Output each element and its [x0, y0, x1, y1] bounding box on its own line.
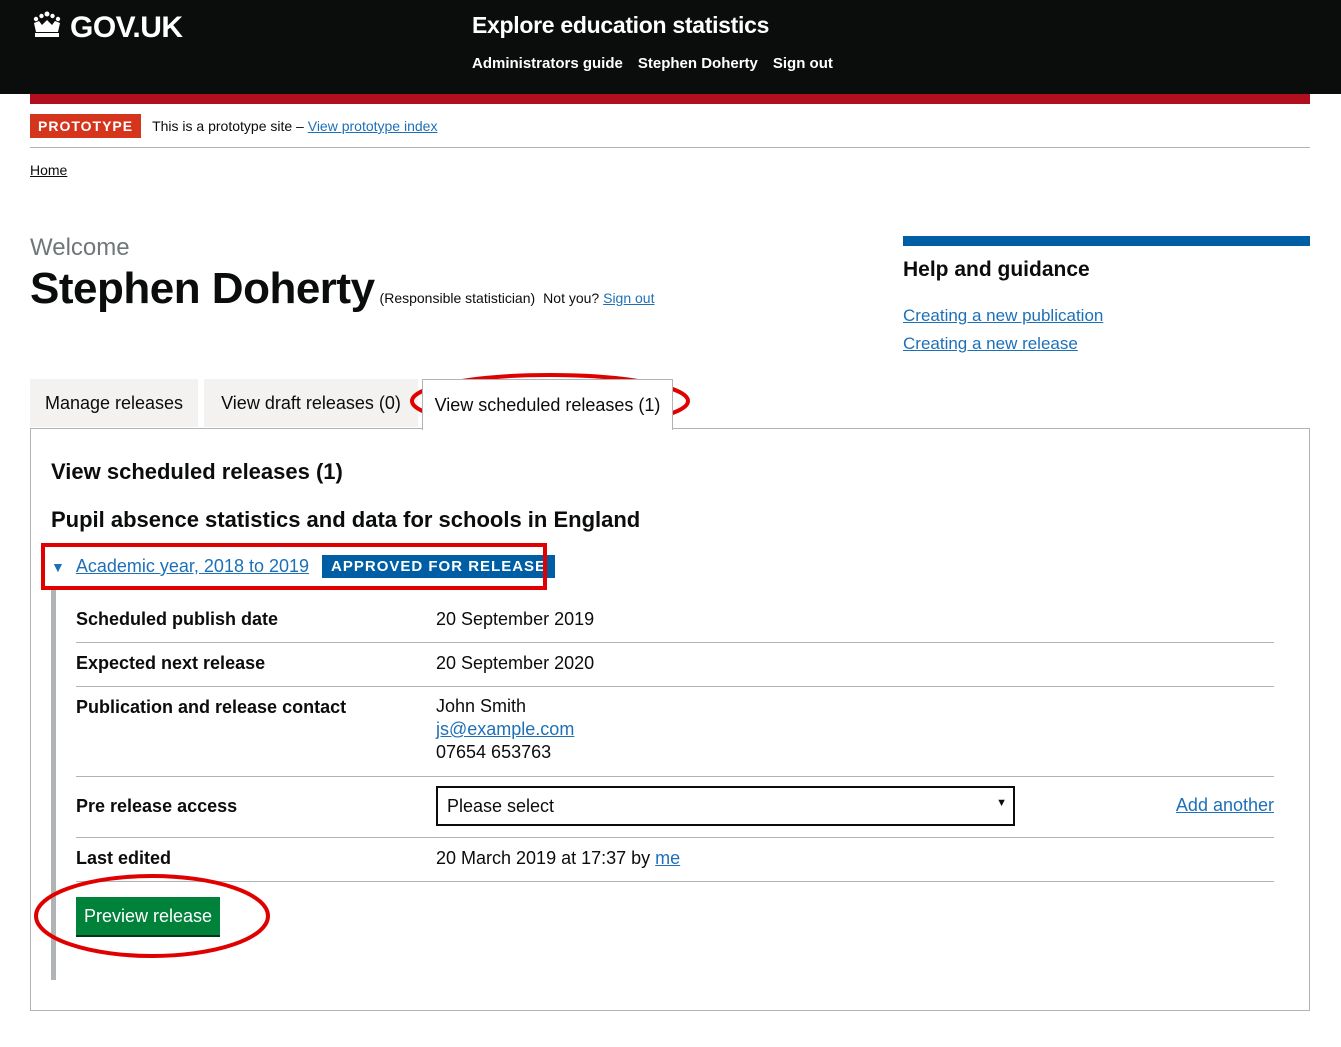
details-border — [51, 587, 56, 980]
help-link-new-release[interactable]: Creating a new release — [903, 330, 1310, 358]
user-name: Stephen Doherty — [30, 264, 375, 313]
summary-key: Last edited — [76, 848, 172, 868]
summary-key: Scheduled publish date — [76, 609, 279, 629]
summary-key: Pre release access — [76, 796, 238, 816]
add-another-link[interactable]: Add another — [1176, 795, 1274, 816]
breadcrumb: Home — [30, 162, 67, 178]
help-title: Help and guidance — [903, 258, 1090, 281]
release-link[interactable]: Academic year, 2018 to 2019 — [76, 556, 309, 577]
header-nav: Administrators guide Stephen Doherty Sig… — [472, 55, 833, 72]
edited-value: 20 March 2019 at 17:37 by — [436, 848, 651, 868]
site-header: GOV.UK Explore education statistics Admi… — [0, 0, 1341, 94]
header-red-bar — [30, 94, 1310, 104]
edited-by-link[interactable]: me — [655, 848, 680, 868]
tab-draft-releases[interactable]: View draft releases (0) — [204, 379, 418, 427]
summary-value: 20 September 2020 — [436, 653, 595, 673]
sign-out-link[interactable]: Sign out — [603, 290, 654, 306]
crown-icon — [30, 10, 64, 45]
summary-value: 20 September 2019 — [436, 609, 595, 629]
summary-row-last-edited: Last edited 20 March 2019 at 17:37 by me — [76, 838, 1274, 882]
summary-row-next-release: Expected next release 20 September 2020 — [76, 643, 1274, 687]
help-link-new-publication[interactable]: Creating a new publication — [903, 302, 1310, 330]
select-value: Please select — [447, 795, 555, 816]
user-role: (Responsible statistician) — [379, 290, 536, 306]
logo-text: GOV.UK — [70, 10, 183, 44]
welcome-label: Welcome — [30, 234, 130, 261]
phase-banner: PROTOTYPE This is a prototype site – Vie… — [30, 114, 437, 138]
govuk-logo[interactable]: GOV.UK — [30, 10, 183, 45]
summary-row-contact: Publication and release contact John Smi… — [76, 687, 1274, 777]
contact-phone: 07654 653763 — [436, 742, 552, 762]
tabs: Manage releases View draft releases (0) … — [30, 379, 730, 430]
help-guidance: Help and guidance Creating a new publica… — [903, 236, 1310, 358]
contact-email-link[interactable]: js@example.com — [436, 718, 574, 741]
summary-key: Expected next release — [76, 653, 266, 673]
service-name[interactable]: Explore education statistics — [472, 12, 769, 39]
summary-value: John Smith js@example.com 07654 653763 — [436, 695, 574, 764]
status-badge: APPROVED FOR RELEASE — [322, 555, 556, 578]
not-you-text: Not you? Sign out — [543, 290, 654, 306]
prototype-tag: PROTOTYPE — [30, 114, 142, 138]
summary-value: 20 March 2019 at 17:37 by me — [436, 847, 680, 870]
panel-title: View scheduled releases (1) — [51, 459, 343, 484]
tab-panel: View scheduled releases (1) Pupil absenc… — [30, 428, 1310, 1011]
user-heading: Stephen Doherty (Responsible statisticia… — [30, 264, 654, 314]
summary-row-publish-date: Scheduled publish date 20 September 2019 — [76, 597, 1274, 643]
contact-name: John Smith — [436, 696, 527, 716]
tab-manage-releases[interactable]: Manage releases — [30, 379, 198, 427]
preview-release-button[interactable]: Preview release — [76, 897, 220, 935]
breadcrumb-home[interactable]: Home — [30, 162, 67, 178]
prototype-index-link[interactable]: View prototype index — [308, 118, 438, 134]
not-you-label: Not you? — [543, 290, 600, 306]
nav-admin-guide[interactable]: Administrators guide — [472, 55, 623, 72]
nav-user-name[interactable]: Stephen Doherty — [638, 55, 758, 72]
dropdown-arrow-icon: ▼ — [996, 797, 1007, 809]
summary-key: Publication and release contact — [76, 697, 347, 717]
pre-release-select[interactable]: Please select ▼ — [436, 786, 1015, 826]
triangle-down-icon: ▼ — [51, 558, 65, 575]
nav-sign-out[interactable]: Sign out — [773, 55, 833, 72]
phase-text: This is a prototype site – — [152, 118, 304, 134]
summary-row-pre-release: Pre release access Please select ▼ Add a… — [76, 777, 1274, 838]
release-toggle[interactable]: ▼ Academic year, 2018 to 2019 APPROVED F… — [51, 555, 556, 578]
tab-scheduled-releases[interactable]: View scheduled releases (1) — [422, 379, 673, 430]
publication-title: Pupil absence statistics and data for sc… — [51, 507, 641, 532]
divider — [30, 147, 1310, 148]
